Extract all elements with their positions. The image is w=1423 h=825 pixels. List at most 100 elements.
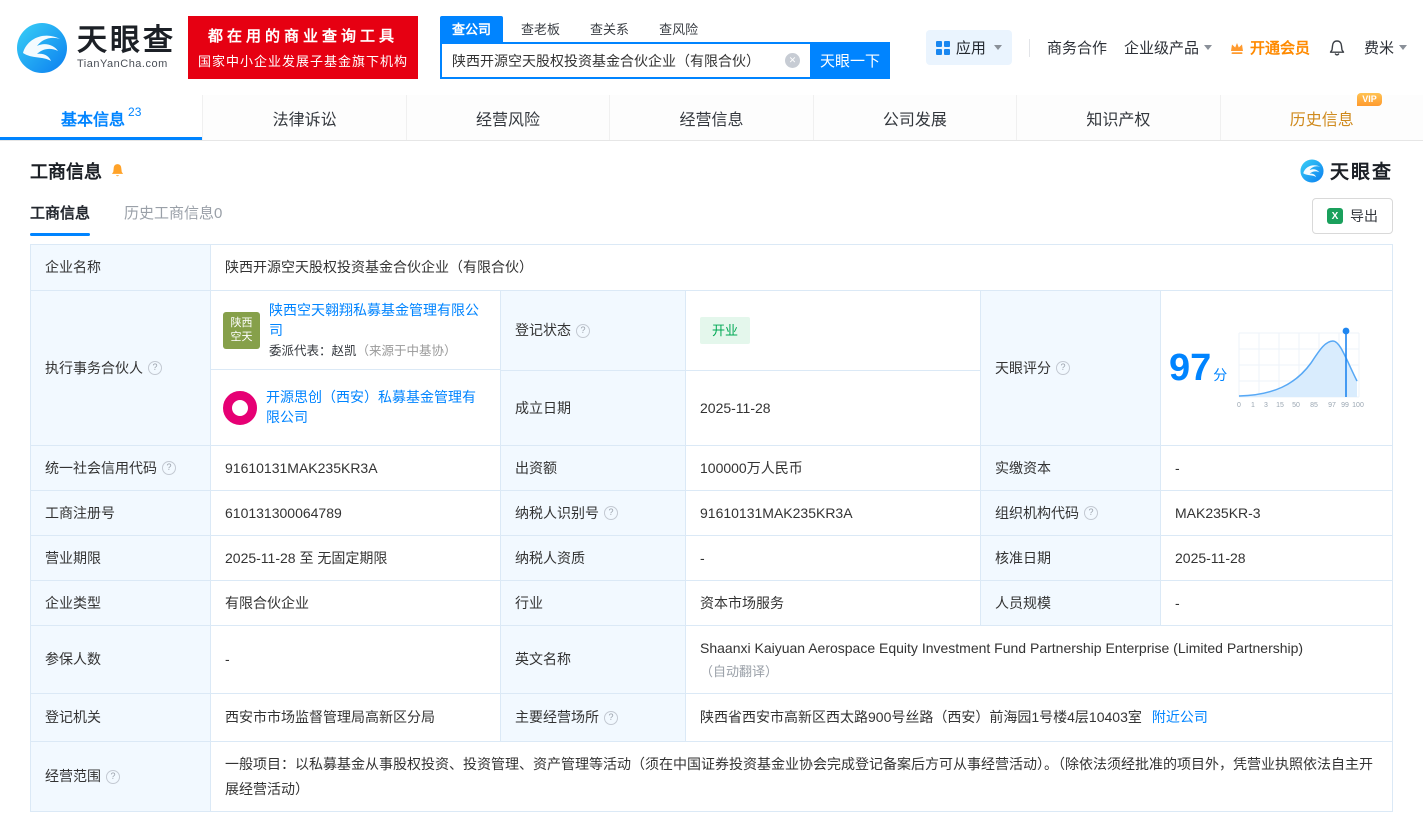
svg-text:85: 85 [1310,402,1318,409]
registration-status-value: 开业 [686,291,981,370]
brand-watermark-text: 天眼查 [1329,162,1393,183]
partner-logo-text: 陕西 [230,316,253,329]
subtab-business-info[interactable]: 工商信息 [30,202,91,236]
svg-text:1: 1 [1251,402,1255,409]
establish-date-row: 成立日期 2025-11-28 [501,371,981,445]
search-tab-company[interactable]: 查公司 [440,16,504,42]
score-label: 天眼评分 [981,291,1161,445]
delegate-name[interactable]: 赵凯 [332,344,357,358]
search-button[interactable]: 天眼一下 [810,42,891,79]
nav-user-menu[interactable]: 费米 [1364,37,1407,58]
export-button-label: 导出 [1350,208,1378,224]
section-header: 工商信息 天眼查 [0,141,1423,188]
help-icon[interactable] [604,710,618,725]
search-tab-boss[interactable]: 查老板 [509,16,572,42]
delegate-prefix: 委派代表： [269,344,332,359]
partner-company-link[interactable]: 开源思创（西安）私募基金管理有限公司 [266,388,488,427]
credit-code-value: 91610131MAK235KR3A [211,446,501,490]
table-row: 参保人数 - 英文名称 Shaanxi Kaiyuan Aerospace Eq… [31,626,1392,694]
partner-logo [223,390,257,425]
tab-company-development-label: 公司发展 [882,111,947,129]
address-label: 主要经营场所 [501,694,686,741]
help-icon[interactable] [1084,506,1098,520]
tab-history-info[interactable]: 历史信息 VIP [1221,92,1423,140]
search-tab-relation[interactable]: 查关系 [578,16,641,42]
score-distribution-chart: 0 1 3 15 50 85 97 99 100 [1237,327,1364,409]
tab-basic-info-count: 23 [128,104,142,119]
notification-bell-icon[interactable] [1327,38,1347,58]
bell-icon [1329,39,1345,56]
search-tab-risk[interactable]: 查风险 [647,16,710,42]
registration-status-label: 登记状态 [501,291,686,370]
company-type-label: 企业类型 [31,581,211,625]
help-icon[interactable] [162,461,176,475]
tianyancha-brand-icon [1300,158,1324,183]
english-name-label: 英文名称 [501,626,686,693]
executive-partner-label: 执行事务合伙人 [31,291,211,445]
nav-user-name: 费米 [1363,40,1394,57]
help-icon[interactable] [576,323,590,338]
capital-value: 100000万人民币 [686,446,981,490]
tab-operating-risk[interactable]: 经营风险 [407,95,611,140]
tab-basic-info-label: 基本信息 [61,111,126,129]
subtab-history-business-info[interactable]: 历史工商信息0 [124,202,222,236]
establish-date-value: 2025-11-28 [686,371,981,445]
org-code-label: 组织机构代码 [981,491,1161,535]
nav-enterprise-products[interactable]: 企业级产品 [1124,37,1212,58]
apps-menu[interactable]: 应用 [925,30,1012,65]
clear-icon[interactable] [785,53,801,68]
status-badge: 开业 [700,316,751,345]
approval-date-label: 核准日期 [981,536,1161,580]
partner-company-link[interactable]: 陕西空天翱翔私募基金管理有限公司 [269,301,488,340]
help-icon[interactable] [148,361,162,375]
logo-subtitle: TianYanCha.com [77,58,168,71]
tab-basic-info[interactable]: 基本信息 23 [0,95,204,140]
score-unit: 分 [1213,367,1228,383]
staff-size-label: 人员规模 [981,581,1161,625]
credit-code-label-text: 统一社会信用代码 [45,459,157,476]
tab-intellectual-property-label: 知识产权 [1086,111,1151,129]
taxpayer-id-label: 纳税人识别号 [501,491,686,535]
help-icon[interactable] [1056,361,1070,375]
monitor-bell-icon[interactable] [109,162,126,179]
staff-size-value: - [1175,594,1180,611]
industry-label: 行业 [501,581,686,625]
section-title-wrap: 工商信息 [30,158,126,184]
nav-enterprise-products-label: 企业级产品 [1123,40,1199,57]
score-number: 97 分 [1169,349,1227,387]
business-scope-label: 经营范围 [31,742,211,811]
business-term-value: 2025-11-28 至 无固定期限 [211,536,501,580]
delegate-representative: 委派代表：赵凯（来源于中基协） [269,344,457,358]
nearby-companies-link[interactable]: 附近公司 [1152,707,1208,728]
tab-company-development[interactable]: 公司发展 [814,95,1018,140]
vip-badge: VIP [1357,92,1382,106]
paid-capital-value: - [1175,459,1180,476]
nav-open-vip[interactable]: 开通会员 [1229,37,1310,58]
help-icon[interactable] [106,769,120,784]
org-code-label-text: 组织机构代码 [995,504,1079,521]
table-row: 营业期限 2025-11-28 至 无固定期限 纳税人资质 - 核准日期 202… [31,536,1392,581]
help-icon[interactable] [604,506,618,520]
tab-legal-proceedings[interactable]: 法律诉讼 [203,95,407,140]
table-row: 统一社会信用代码 91610131MAK235KR3A 出资额 100000万人… [31,446,1392,491]
score-number-text: 97 [1169,347,1212,389]
nav-business-cooperation[interactable]: 商务合作 [1047,37,1107,58]
export-button[interactable]: 导出 [1312,198,1393,234]
tab-intellectual-property[interactable]: 知识产权 [1017,95,1221,140]
search-input[interactable] [440,42,811,79]
registration-status-row: 登记状态 开业 [501,291,981,371]
promo-line1: 都在用的商业查询工具 [208,28,399,45]
company-type-value: 有限合伙企业 [211,581,501,625]
table-row: 经营范围 一般项目：以私募基金从事股权投资、投资管理、资产管理等活动（须在中国证… [31,742,1392,811]
apps-label: 应用 [955,40,986,57]
tab-operating-info[interactable]: 经营信息 [610,95,814,140]
search-area: 查公司 查老板 查关系 查风险 天眼一下 [440,16,891,79]
business-scope-value: 一般项目：以私募基金从事股权投资、投资管理、资产管理等活动（须在中国证券投资基金… [225,756,1373,797]
apps-grid-icon [935,40,950,55]
nav-business-cooperation-label: 商务合作 [1046,40,1107,57]
excel-icon [1327,208,1343,224]
search-tabs: 查公司 查老板 查关系 查风险 [440,16,890,42]
business-info-table: 企业名称 陕西开源空天股权投资基金合伙企业（有限合伙） 执行事务合伙人 陕西 空… [30,244,1393,812]
org-code-value: MAK235KR-3 [1175,504,1261,521]
tianyancha-logo[interactable]: 天眼查 TianYanCha.com [16,22,176,74]
